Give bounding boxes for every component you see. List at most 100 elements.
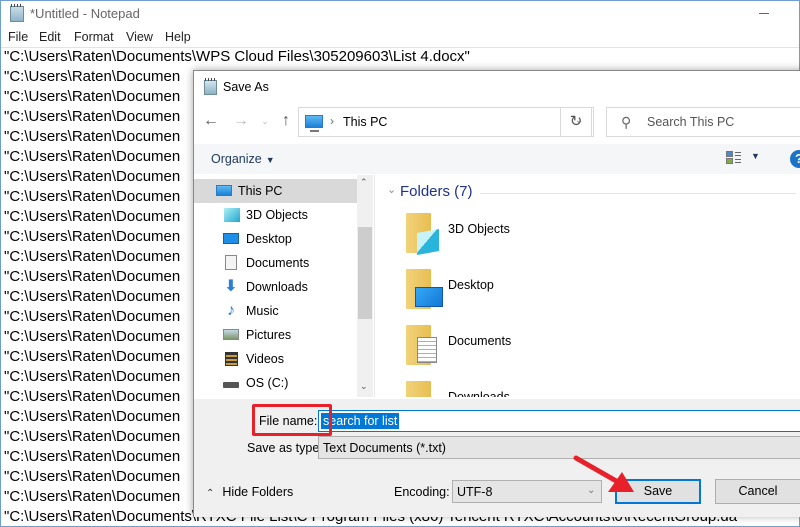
3d-objects-icon <box>224 208 240 222</box>
notepad-title: *Untitled - Notepad <box>30 6 140 21</box>
refresh-icon: ↻ <box>569 113 583 130</box>
group-collapse-chevron-icon[interactable]: ⌄ <box>387 183 396 196</box>
notepad-text-line: "C:\Users\Raten\Documen <box>4 348 181 365</box>
view-options-dropdown-icon[interactable]: ▼ <box>751 151 760 161</box>
nav-label: Pictures <box>246 328 292 342</box>
group-divider <box>480 193 796 194</box>
notepad-text-line: "C:\Users\Raten\Documen <box>4 488 181 505</box>
search-icon: ⚲ <box>621 114 632 130</box>
folder-downloads-icon <box>403 381 441 397</box>
file-name-selected-text: search for list <box>321 413 400 429</box>
nav-label: This PC <box>238 184 283 198</box>
nav-item-videos[interactable]: Videos <box>194 347 357 371</box>
save-as-type-value: Text Documents (*.txt) <box>323 441 446 455</box>
notepad-text-line: "C:\Users\Raten\Documen <box>4 228 181 245</box>
folder-item-downloads[interactable]: Downloads <box>403 381 603 397</box>
scroll-down-icon[interactable]: ⌄ <box>360 381 368 392</box>
encoding-label: Encoding: <box>394 485 450 499</box>
save-button[interactable]: Save <box>615 479 701 504</box>
menu-view[interactable]: View <box>126 30 153 44</box>
dialog-title: Save As <box>223 80 269 94</box>
recent-locations-chevron-icon[interactable]: ⌄ <box>256 111 274 131</box>
desktop-icon <box>223 233 239 244</box>
notepad-text-line: "C:\Users\Raten\Documen <box>4 68 181 85</box>
notepad-text-line: "C:\Users\Raten\Documen <box>4 288 181 305</box>
address-bar[interactable]: › This PC ⌄ <box>298 107 594 137</box>
notepad-text-line: "C:\Users\Raten\Documen <box>4 448 181 465</box>
notepad-menu-bar: File Edit Format View Help <box>1 28 799 47</box>
folder-label: 3D Objects <box>448 222 510 236</box>
notepad-text-line: "C:\Users\Raten\Documen <box>4 248 181 265</box>
command-bar: Organize▼ ▼ ? <box>194 144 800 174</box>
nav-item-desktop[interactable]: Desktop <box>194 227 357 251</box>
save-as-type-select[interactable]: Text Documents (*.txt) <box>318 436 800 459</box>
search-box[interactable]: ⚲ Search This PC <box>606 107 800 137</box>
nav-item-music[interactable]: ♪ Music <box>194 299 357 323</box>
notepad-text-line: "C:\Users\Raten\Documen <box>4 328 181 345</box>
annotation-highlight-box <box>252 404 332 436</box>
menu-help[interactable]: Help <box>165 30 191 44</box>
folder-label: Downloads <box>448 390 510 397</box>
navigation-pane: This PC 3D Objects Desktop Documents ⬇ D… <box>194 175 357 397</box>
organize-button[interactable]: Organize ▼ <box>211 152 275 166</box>
nav-item-3d-objects[interactable]: 3D Objects <box>194 203 357 227</box>
folder-item-desktop[interactable]: Desktop <box>403 269 603 325</box>
change-view-icon[interactable] <box>726 151 742 165</box>
notepad-text-line: "C:\Users\Raten\Documen <box>4 388 181 405</box>
dialog-title-bar[interactable]: Save As <box>194 71 800 103</box>
save-options-panel: File name: search for list Save as type:… <box>194 399 800 517</box>
nav-label: OS (C:) <box>246 376 289 390</box>
nav-label: Videos <box>246 352 284 366</box>
chevron-up-icon: ⌃ <box>206 488 215 499</box>
notepad-text-line: "C:\Users\Raten\Documen <box>4 148 181 165</box>
file-name-input[interactable]: search for list <box>318 410 800 432</box>
chevron-down-icon: ⌄ <box>587 485 596 496</box>
documents-icon <box>225 255 237 270</box>
menu-format[interactable]: Format <box>74 30 114 44</box>
up-arrow-icon[interactable]: ↑ <box>277 111 295 131</box>
nav-item-os-c[interactable]: OS (C:) <box>194 371 357 395</box>
minimize-button[interactable] <box>754 5 774 21</box>
computer-icon <box>305 115 323 132</box>
nav-label: Desktop <box>246 232 292 246</box>
back-arrow-icon[interactable]: ← <box>202 111 220 131</box>
nav-item-documents[interactable]: Documents <box>194 251 357 275</box>
folder-documents-icon <box>403 325 441 367</box>
folders-group-title[interactable]: Folders (7) <box>400 183 473 200</box>
folder-item-documents[interactable]: Documents <box>403 325 603 381</box>
encoding-value: UTF-8 <box>457 485 493 499</box>
notepad-text-line: "C:\Users\Raten\Documen <box>4 108 181 125</box>
forward-arrow-icon[interactable]: → <box>232 111 250 131</box>
nav-label: 3D Objects <box>246 208 308 222</box>
organize-label: Organize <box>211 152 262 166</box>
notepad-text-line: "C:\Users\Raten\Documen <box>4 208 181 225</box>
search-input[interactable]: Search This PC <box>647 115 734 129</box>
cancel-button[interactable]: Cancel <box>715 479 800 504</box>
help-icon[interactable]: ? <box>790 150 800 168</box>
scrollbar-thumb[interactable] <box>358 227 372 319</box>
menu-file[interactable]: File <box>8 30 28 44</box>
hide-folders-button[interactable]: ⌃ Hide Folders <box>206 485 293 499</box>
breadcrumb-chevron-icon[interactable]: › <box>330 114 334 128</box>
navigation-scrollbar[interactable]: ⌃ ⌄ <box>357 175 373 397</box>
notepad-icon <box>204 78 217 95</box>
nav-item-pictures[interactable]: Pictures <box>194 323 357 347</box>
nav-label: Documents <box>246 256 310 270</box>
drive-icon <box>223 382 239 388</box>
scroll-up-icon[interactable]: ⌃ <box>360 177 368 188</box>
encoding-select[interactable]: UTF-8 ⌄ <box>452 480 602 503</box>
refresh-button[interactable]: ↻ <box>560 107 592 137</box>
notepad-title-bar[interactable]: *Untitled - Notepad <box>1 1 799 27</box>
notepad-icon <box>10 4 24 22</box>
notepad-text-line: "C:\Users\Raten\Documen <box>4 368 181 385</box>
downloads-icon: ⬇ <box>224 278 238 295</box>
save-as-type-label: Save as type: <box>247 441 323 455</box>
folder-label: Desktop <box>448 278 494 292</box>
content-pane: ⌄ Folders (7) 3D Objects Desktop Documen… <box>374 175 800 397</box>
breadcrumb-this-pc[interactable]: This PC <box>343 115 387 129</box>
notepad-text-line: "C:\Users\Raten\Documents\WPS Cloud File… <box>4 48 470 65</box>
folder-item-3d-objects[interactable]: 3D Objects <box>403 213 603 269</box>
menu-edit[interactable]: Edit <box>39 30 61 44</box>
nav-item-downloads[interactable]: ⬇ Downloads <box>194 275 357 299</box>
nav-item-this-pc[interactable]: This PC <box>194 179 357 203</box>
